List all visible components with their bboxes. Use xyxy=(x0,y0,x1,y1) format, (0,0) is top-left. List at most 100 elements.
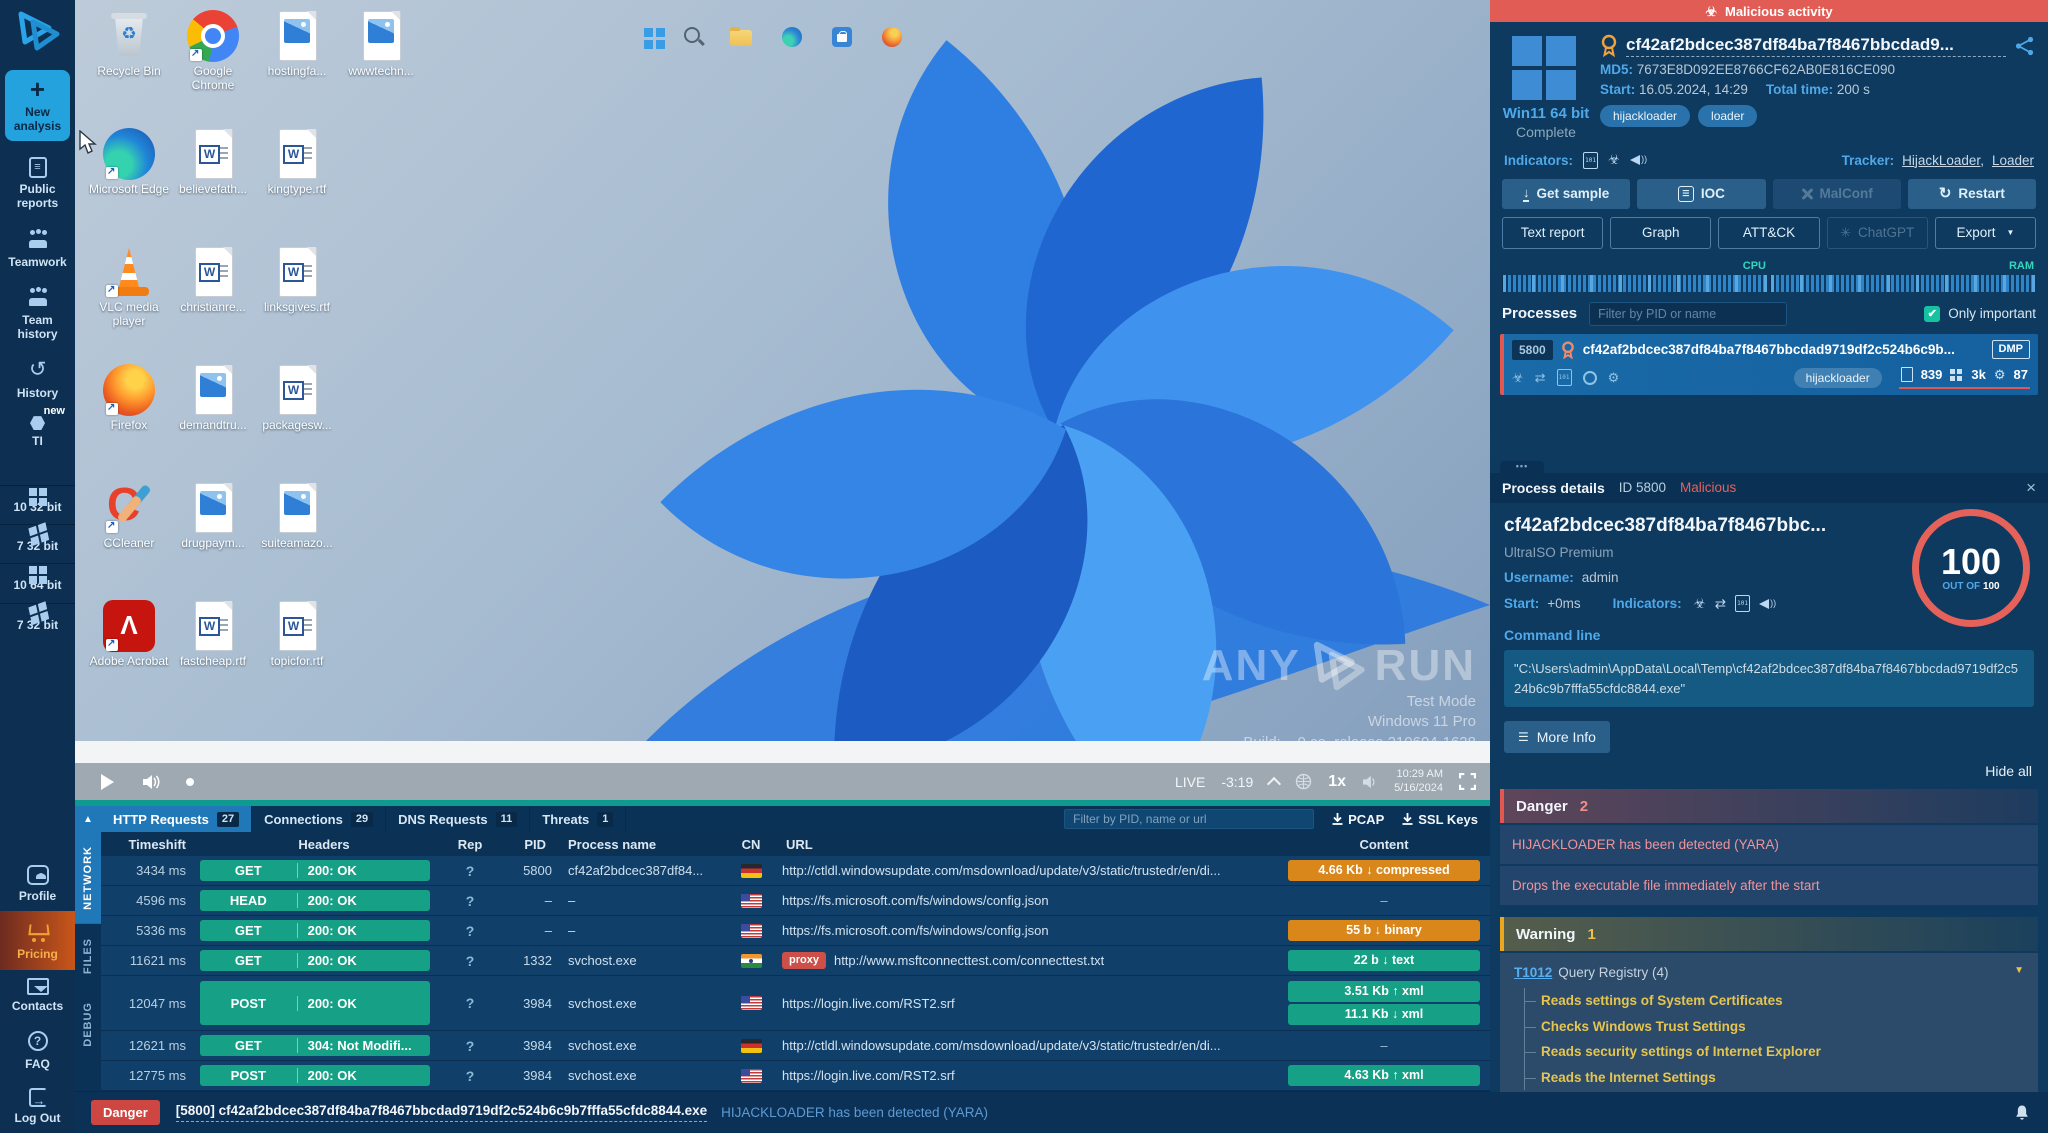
status-file-link[interactable]: [5800] cf42af2bdcec387df84ba7f8467bbcdad… xyxy=(176,1103,707,1122)
desktop-icon[interactable]: CCleaner xyxy=(87,476,171,594)
action-button[interactable]: Text report xyxy=(1502,217,1603,249)
http-request-row[interactable]: 12047 ms POST200: OK ? 3984 svchost.exe … xyxy=(101,976,1490,1031)
desktop-icon[interactable]: Adobe Acrobat xyxy=(87,594,171,712)
sidebar-vm-item[interactable]: 10 64 bit xyxy=(0,563,75,602)
details-drag-handle[interactable]: ••• xyxy=(1500,461,1544,473)
content-cell[interactable]: 55 b ↓ binary xyxy=(1278,920,1490,941)
warning-item[interactable]: Reads the Internet Settings xyxy=(1525,1065,2024,1091)
reputation-cell[interactable]: ? xyxy=(444,1068,496,1084)
vm-screen[interactable]: Recycle Bin Microsoft Edge VLC media pla… xyxy=(75,0,1490,806)
sidebar-item[interactable]: Public reports xyxy=(0,149,75,219)
action-button[interactable]: Export xyxy=(1935,217,2036,249)
desktop-icon[interactable]: believefath... xyxy=(171,122,255,240)
desktop-icon[interactable]: packagesw... xyxy=(255,358,339,476)
content-cell[interactable]: 4.66 Kb ↓ compressed xyxy=(1278,860,1490,881)
process-filter-input[interactable] xyxy=(1589,302,1787,326)
sidebar-vm-item[interactable]: 7 32 bit xyxy=(0,603,75,642)
desktop-icon[interactable]: Google Chrome xyxy=(171,4,255,122)
microsoft-store-icon[interactable] xyxy=(832,27,852,47)
fullscreen-icon[interactable] xyxy=(1459,773,1476,790)
notifications-bell-icon[interactable] xyxy=(2012,1103,2032,1123)
sidebar-vm-item[interactable]: 10 32 bit xyxy=(0,485,75,524)
close-icon[interactable]: × xyxy=(2026,478,2036,498)
danger-item[interactable]: Drops the executable file immediately af… xyxy=(1500,866,2038,905)
network-tab[interactable]: Connections 29 xyxy=(252,806,386,832)
tag-pill[interactable]: hijackloader xyxy=(1600,105,1690,127)
more-info-button[interactable]: More Info xyxy=(1504,721,1610,753)
desktop-icon[interactable]: linksgives.rtf xyxy=(255,240,339,358)
content-cell[interactable]: 22 b ↓ text xyxy=(1278,950,1490,971)
file-explorer-icon[interactable] xyxy=(730,30,752,46)
reputation-cell[interactable]: ? xyxy=(444,995,496,1011)
taskbar-firefox-icon[interactable] xyxy=(882,27,902,47)
action-button[interactable]: ATT&CK xyxy=(1718,217,1819,249)
action-button[interactable]: IOC xyxy=(1637,179,1765,209)
side-tab[interactable]: FILES xyxy=(75,924,101,988)
danger-item[interactable]: HIJACKLOADER has been detected (YARA) xyxy=(1500,825,2038,864)
anyrun-logo-icon[interactable] xyxy=(15,10,61,52)
desktop-icon[interactable]: kingtype.rtf xyxy=(255,122,339,240)
sidebar-item[interactable]: Pricing xyxy=(0,911,75,969)
sidebar-item[interactable]: Teamwork xyxy=(0,219,75,277)
network-tab[interactable]: Threats 1 xyxy=(530,806,626,832)
side-tab[interactable]: DEBUG xyxy=(75,988,101,1061)
warning-item[interactable]: Reads security settings of Internet Expl… xyxy=(1525,1039,2024,1065)
process-change-counts[interactable]: 839 3k ⚙87 xyxy=(1899,367,2030,389)
taskbar-search-icon[interactable] xyxy=(684,27,700,43)
http-request-row[interactable]: 12775 ms POST200: OK ? 3984 svchost.exe … xyxy=(101,1061,1490,1091)
chevron-up-icon[interactable] xyxy=(1267,776,1281,790)
content-cell[interactable]: 4.63 Kb ↑ xml xyxy=(1278,1065,1490,1086)
reputation-cell[interactable]: ? xyxy=(444,863,496,879)
network-tab[interactable]: DNS Requests 11 xyxy=(386,806,530,832)
sidebar-vm-item[interactable]: 7 32 bit xyxy=(0,524,75,563)
start-button-icon[interactable] xyxy=(644,28,653,37)
playback-speed[interactable]: 1x xyxy=(1328,774,1346,790)
mitre-technique-link[interactable]: T1012 xyxy=(1514,966,1552,980)
warning-section-header[interactable]: Warning1 xyxy=(1500,917,2038,951)
tracker-link[interactable]: Loader xyxy=(1992,153,2034,168)
ssl-keys-download-button[interactable]: SSL Keys xyxy=(1402,813,1478,826)
desktop-icon[interactable]: wwwtechn... xyxy=(339,4,423,122)
desktop-icon[interactable]: VLC media player xyxy=(87,240,171,358)
process-row-selected[interactable]: 5800 cf42af2bdcec387df84ba7f8467bbcdad97… xyxy=(1500,334,2038,395)
content-cell[interactable]: – xyxy=(1278,1038,1490,1053)
desktop-icon[interactable]: Recycle Bin xyxy=(87,4,171,122)
sidebar-item[interactable]: new TI xyxy=(0,408,75,456)
warning-item[interactable]: Reads settings of System Certificates xyxy=(1525,988,2024,1014)
dmp-badge[interactable]: DMP xyxy=(1992,340,2030,359)
only-important-toggle[interactable]: Only important xyxy=(1924,306,2036,322)
action-button[interactable]: Graph xyxy=(1610,217,1711,249)
content-cell[interactable]: – xyxy=(1278,893,1490,908)
action-button[interactable]: Restart xyxy=(1908,179,2036,209)
side-tab[interactable]: NETWORK xyxy=(75,832,101,924)
sidebar-item[interactable]: Log Out xyxy=(0,1080,75,1133)
taskbar-edge-icon[interactable] xyxy=(782,27,802,47)
sidebar-item[interactable]: Profile xyxy=(0,857,75,911)
desktop-icon[interactable]: Microsoft Edge xyxy=(87,122,171,240)
http-request-row[interactable]: 4596 ms HEAD200: OK ? – – https://fs.mic… xyxy=(101,886,1490,916)
command-line-value[interactable]: "C:\Users\admin\AppData\Local\Temp\cf42a… xyxy=(1504,650,2034,707)
network-tab[interactable]: HTTP Requests 27 xyxy=(101,806,252,832)
http-request-row[interactable]: 12621 ms GET304: Not Modifi... ? 3984 sv… xyxy=(101,1031,1490,1061)
sidebar-item[interactable]: Contacts xyxy=(0,970,75,1021)
sidebar-item[interactable]: New analysis xyxy=(5,70,70,141)
desktop-icon[interactable]: suiteamazo... xyxy=(255,476,339,594)
collapse-caret-icon[interactable]: ▼ xyxy=(2014,965,2024,976)
desktop-icon[interactable]: hostingfa... xyxy=(255,4,339,122)
hide-all-link[interactable]: Hide all xyxy=(1490,753,2048,785)
sample-hash-link[interactable]: cf42af2bdcec387df84ba7f8467bbcdad9... xyxy=(1626,34,2006,57)
share-icon[interactable] xyxy=(2014,35,2036,57)
desktop-icon[interactable]: christianre... xyxy=(171,240,255,358)
action-button[interactable]: Get sample xyxy=(1502,179,1630,209)
http-request-row[interactable]: 5336 ms GET200: OK ? – – https://fs.micr… xyxy=(101,916,1490,946)
network-filter-input[interactable] xyxy=(1064,809,1314,829)
reputation-cell[interactable]: ? xyxy=(444,1038,496,1054)
warning-item[interactable]: Checks Windows Trust Settings xyxy=(1525,1014,2024,1040)
desktop-icon[interactable]: drugpaym... xyxy=(171,476,255,594)
reputation-cell[interactable]: ? xyxy=(444,953,496,969)
tag-pill[interactable]: loader xyxy=(1698,105,1757,127)
http-request-row[interactable]: 11621 ms GET200: OK ? 1332 svchost.exe p… xyxy=(101,946,1490,976)
reputation-cell[interactable]: ? xyxy=(444,923,496,939)
tracker-link[interactable]: HijackLoader, xyxy=(1902,153,1984,168)
action-button[interactable]: ChatGPT xyxy=(1827,217,1928,249)
